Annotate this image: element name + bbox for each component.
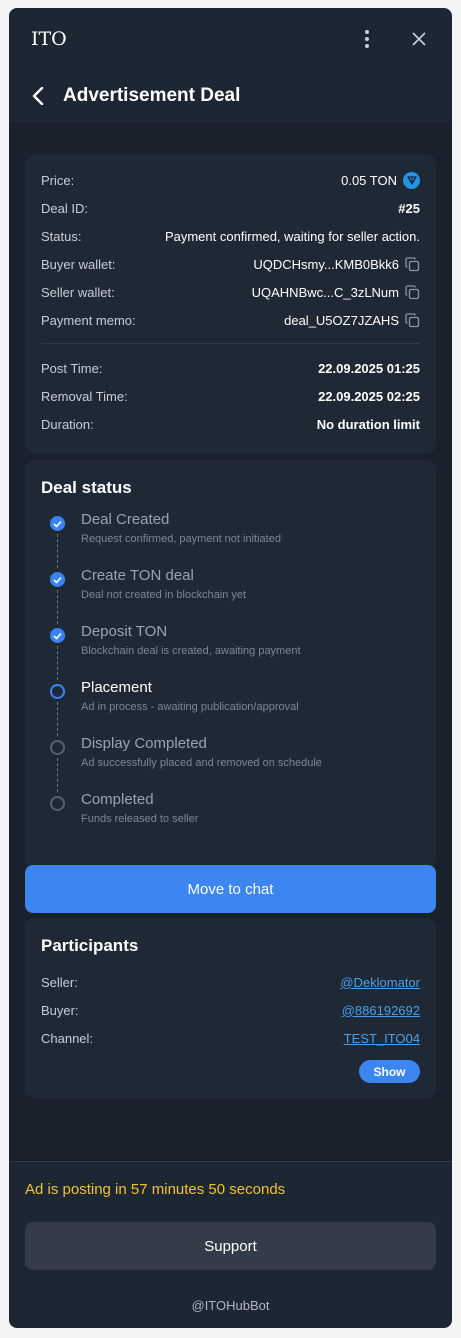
seller-wallet-value: UQAHNBwc...C_3zLNum	[251, 284, 399, 300]
step-title: Deal Created	[81, 511, 170, 528]
title-bar: ITO	[9, 8, 452, 70]
duration-row: Duration: No duration limit	[41, 410, 420, 438]
main-content: Price: 0.05 TON Deal ID: #25 Status: Pay…	[9, 122, 452, 1162]
deal-id-value: #25	[398, 200, 420, 216]
step-subtitle: Blockchain deal is created, awaiting pay…	[81, 645, 301, 657]
buyer-wallet-value: UQDCHsmy...KMB0Bkk6	[253, 256, 399, 272]
more-menu-icon[interactable]	[356, 28, 378, 50]
divider	[41, 343, 420, 344]
posting-countdown: Ad is posting in 57 minutes 50 seconds	[25, 1181, 286, 1198]
payment-memo-label: Payment memo:	[41, 312, 136, 328]
buyer-row: Buyer: @886192692	[41, 996, 420, 1024]
seller-wallet-row: Seller wallet: UQAHNBwc...C_3zLNum	[41, 278, 420, 306]
page-title: Advertisement Deal	[63, 85, 241, 106]
pending-circle-icon	[50, 796, 65, 811]
timeline-connector	[57, 758, 58, 792]
buyer-wallet-label: Buyer wallet:	[41, 256, 116, 272]
price-value-wrap: 0.05 TON	[341, 171, 420, 189]
step-title: Deposit TON	[81, 623, 168, 640]
duration-value: No duration limit	[316, 416, 420, 432]
deal-id-row: Deal ID: #25	[41, 194, 420, 222]
ton-icon	[403, 171, 420, 189]
status-label: Status:	[41, 228, 82, 244]
seller-wallet-value-wrap: UQAHNBwc...C_3zLNum	[252, 285, 420, 300]
step-title: Placement	[81, 679, 152, 696]
participants-card: Participants Seller: @Deklomator Buyer: …	[25, 918, 436, 1098]
seller-label: Seller:	[41, 974, 78, 990]
check-circle-icon	[50, 572, 65, 587]
payment-memo-row: Payment memo: deal_U5OZ7JZAHS	[41, 306, 420, 334]
bot-handle: @ITOHubBot	[191, 1298, 270, 1313]
timeline-connector	[57, 646, 58, 680]
deal-id-label: Deal ID:	[41, 200, 88, 216]
status-timeline: Deal Created Request confirmed, payment …	[41, 510, 420, 846]
close-icon[interactable]	[408, 28, 430, 50]
step-subtitle: Ad successfully placed and removed on sc…	[81, 757, 322, 769]
step-deposit-ton: Deposit TON Blockchain deal is created, …	[41, 622, 420, 680]
participants-title: Participants	[41, 936, 139, 955]
deal-status-card: Deal status Deal Created Request confirm…	[25, 460, 436, 870]
step-completed: Completed Funds released to seller	[41, 790, 420, 846]
step-subtitle: Funds released to seller	[81, 813, 199, 825]
buyer-wallet-row: Buyer wallet: UQDCHsmy...KMB0Bkk6	[41, 250, 420, 278]
payment-memo-value-wrap: deal_U5OZ7JZAHS	[284, 313, 420, 328]
current-circle-icon	[50, 684, 65, 699]
buyer-label: Buyer:	[41, 1002, 79, 1018]
check-circle-icon	[50, 628, 65, 643]
seller-wallet-label: Seller wallet:	[41, 284, 115, 300]
step-placement: Placement Ad in process - awaiting publi…	[41, 678, 420, 736]
back-arrow-icon[interactable]	[23, 81, 53, 111]
step-deal-created: Deal Created Request confirmed, payment …	[41, 510, 420, 568]
removal-time-row: Removal Time: 22.09.2025 02:25	[41, 382, 420, 410]
show-button[interactable]: Show	[359, 1060, 420, 1083]
timeline-connector	[57, 534, 58, 568]
price-label: Price:	[41, 172, 75, 188]
app-window: ITO Advertisement Deal Price: 0.05 TON D…	[9, 8, 452, 1328]
post-time-label: Post Time:	[41, 360, 103, 376]
step-display-completed: Display Completed Ad successfully placed…	[41, 734, 420, 792]
step-subtitle: Request confirmed, payment not initiated	[81, 533, 281, 545]
deal-status-title: Deal status	[41, 478, 132, 497]
app-title: ITO	[31, 28, 67, 50]
timeline-connector	[57, 590, 58, 624]
copy-icon[interactable]	[405, 312, 420, 328]
copy-icon[interactable]	[405, 284, 420, 300]
page-header: Advertisement Deal	[9, 70, 452, 122]
price-row: Price: 0.05 TON	[41, 166, 420, 194]
buyer-wallet-value-wrap: UQDCHsmy...KMB0Bkk6	[253, 257, 420, 272]
duration-label: Duration:	[41, 416, 94, 432]
seller-row: Seller: @Deklomator	[41, 968, 420, 996]
channel-row: Channel: TEST_ITO04	[41, 1024, 420, 1052]
payment-memo-value: deal_U5OZ7JZAHS	[284, 312, 399, 328]
step-subtitle: Ad in process - awaiting publication/app…	[81, 701, 299, 713]
deal-info-card: Price: 0.05 TON Deal ID: #25 Status: Pay…	[25, 154, 436, 454]
removal-time-value: 22.09.2025 02:25	[318, 388, 420, 404]
channel-label: Channel:	[41, 1030, 94, 1046]
pending-circle-icon	[50, 740, 65, 755]
move-to-chat-button[interactable]: Move to chat	[25, 865, 436, 913]
divider	[9, 1161, 452, 1162]
channel-link[interactable]: TEST_ITO04	[344, 1031, 420, 1046]
timeline-connector	[57, 702, 58, 736]
step-title: Display Completed	[81, 735, 207, 752]
copy-icon[interactable]	[405, 256, 420, 272]
step-create-ton-deal: Create TON deal Deal not created in bloc…	[41, 566, 420, 624]
step-title: Completed	[81, 791, 154, 808]
step-subtitle: Deal not created in blockchain yet	[81, 589, 247, 601]
status-value: Payment confirmed, waiting for seller ac…	[164, 228, 420, 244]
buyer-link[interactable]: @886192692	[342, 1003, 420, 1018]
status-row: Status: Payment confirmed, waiting for s…	[41, 222, 420, 250]
price-value: 0.05 TON	[341, 172, 397, 188]
step-title: Create TON deal	[81, 567, 194, 584]
post-time-row: Post Time: 22.09.2025 01:25	[41, 354, 420, 382]
removal-time-label: Removal Time:	[41, 388, 128, 404]
post-time-value: 22.09.2025 01:25	[318, 360, 420, 376]
support-button[interactable]: Support	[25, 1222, 436, 1270]
check-circle-icon	[50, 516, 65, 531]
seller-link[interactable]: @Deklomator	[340, 975, 420, 990]
